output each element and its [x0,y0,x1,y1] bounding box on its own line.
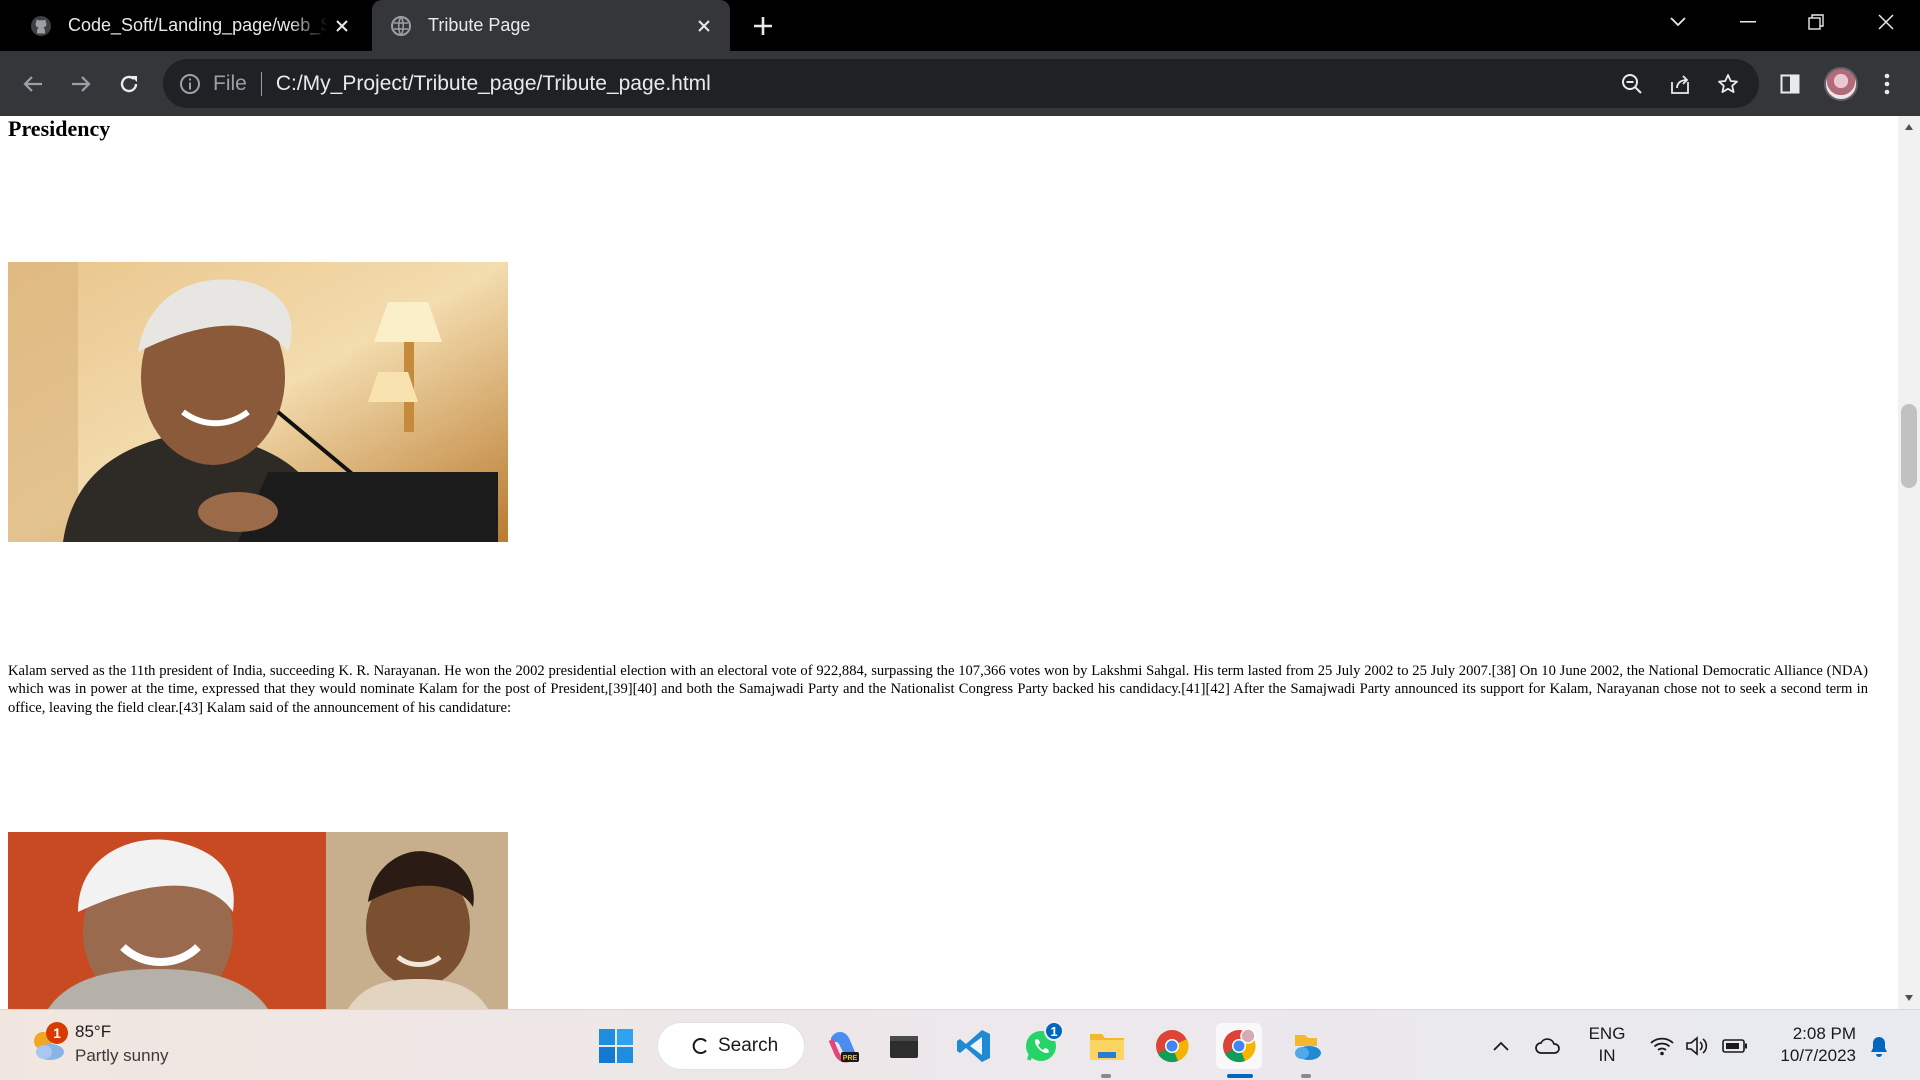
app-running-indicator [1101,1074,1111,1078]
tab-github[interactable]: Code_Soft/Landing_page/web_S [12,0,368,51]
weather-description: Partly sunny [75,1046,169,1065]
back-button[interactable] [16,67,50,101]
page-scrollbar[interactable] [1898,116,1920,1009]
start-button[interactable] [593,1023,639,1069]
whatsapp-unread-badge: 1 [1044,1021,1064,1041]
kalam-childhood-comparison-image [8,832,508,1009]
windows-taskbar: 1 85°F Partly sunny Search PRE 1 ENG IN … [0,1009,1920,1080]
tab-title: Tribute Page [428,15,531,35]
url-text[interactable]: C:/My_Project/Tribute_page/Tribute_page.… [276,72,711,96]
minimize-button[interactable] [1718,0,1778,44]
restore-button[interactable] [1786,0,1846,44]
forward-button[interactable] [64,67,98,101]
scroll-up-arrow-icon[interactable] [1898,116,1920,138]
taskbar-clock[interactable]: 2:08 PM 10/7/2023 [1764,1023,1856,1067]
chrome-profile-icon[interactable] [1216,1023,1262,1069]
side-panel-icon[interactable] [1773,67,1807,101]
page-viewport: Presidency Kalam served as the 11th pres… [0,116,1898,1009]
file-explorer-icon[interactable] [1084,1023,1130,1069]
weather-temperature: 85°F [75,1022,112,1041]
globe-icon [390,15,412,37]
battery-icon[interactable] [1720,1010,1750,1080]
close-icon[interactable] [328,12,356,40]
browser-toolbar: File C:/My_Project/Tribute_page/Tribute_… [0,51,1920,116]
info-icon[interactable] [177,71,203,97]
active-app-indicator [1227,1074,1253,1078]
zoom-icon[interactable] [1616,68,1648,100]
new-tab-button[interactable] [748,11,778,41]
onedrive-cloud-icon[interactable] [1532,1010,1564,1080]
onedrive-folder-icon[interactable] [1283,1023,1329,1069]
search-icon [692,1038,707,1054]
address-bar[interactable]: File C:/My_Project/Tribute_page/Tribute_… [163,59,1759,108]
close-icon[interactable] [690,12,718,40]
reload-button[interactable] [112,67,146,101]
tab-search-button[interactable] [1648,0,1708,44]
profile-avatar[interactable] [1824,67,1858,101]
weather-alert-badge: 1 [46,1022,68,1044]
search-label: Search [718,1035,779,1056]
chrome-icon[interactable] [1149,1023,1195,1069]
tab-title: Code_Soft/Landing_page/web_S [68,15,328,35]
section-heading: Presidency [8,116,111,141]
divider [260,71,262,96]
kalam-portrait-image [8,262,508,542]
share-icon[interactable] [1664,68,1696,100]
chevron-up-icon[interactable] [1486,1010,1516,1080]
wifi-icon[interactable] [1648,1010,1676,1080]
vscode-icon[interactable] [951,1023,997,1069]
copilot-preview-icon[interactable]: PRE [820,1023,866,1069]
tab-strip: Code_Soft/Landing_page/web_S Tribute Pag… [0,0,1920,51]
clock-date: 10/7/2023 [1780,1046,1856,1065]
taskbar-search[interactable]: Search [658,1023,804,1069]
notification-bell-icon[interactable] [1864,1010,1894,1080]
svg-text:PRE: PRE [843,1055,858,1062]
github-icon [30,15,52,37]
app-running-indicator [1301,1074,1311,1078]
region-code: IN [1598,1046,1616,1065]
close-window-button[interactable] [1856,0,1916,44]
presidency-paragraph: Kalam served as the 11th president of In… [8,663,1868,716]
scrollbar-thumb[interactable] [1901,404,1917,488]
scheme-chip: File [213,71,247,95]
tab-tribute-page[interactable]: Tribute Page [372,0,730,51]
clock-time: 2:08 PM [1792,1024,1856,1043]
language-code: ENG [1588,1024,1626,1043]
more-menu-icon[interactable] [1870,67,1904,101]
language-indicator[interactable]: ENG IN [1585,1023,1629,1067]
volume-icon[interactable] [1683,1010,1711,1080]
bookmark-star-icon[interactable] [1712,68,1744,100]
scroll-down-arrow-icon[interactable] [1898,987,1920,1009]
terminal-app-icon[interactable] [881,1023,927,1069]
